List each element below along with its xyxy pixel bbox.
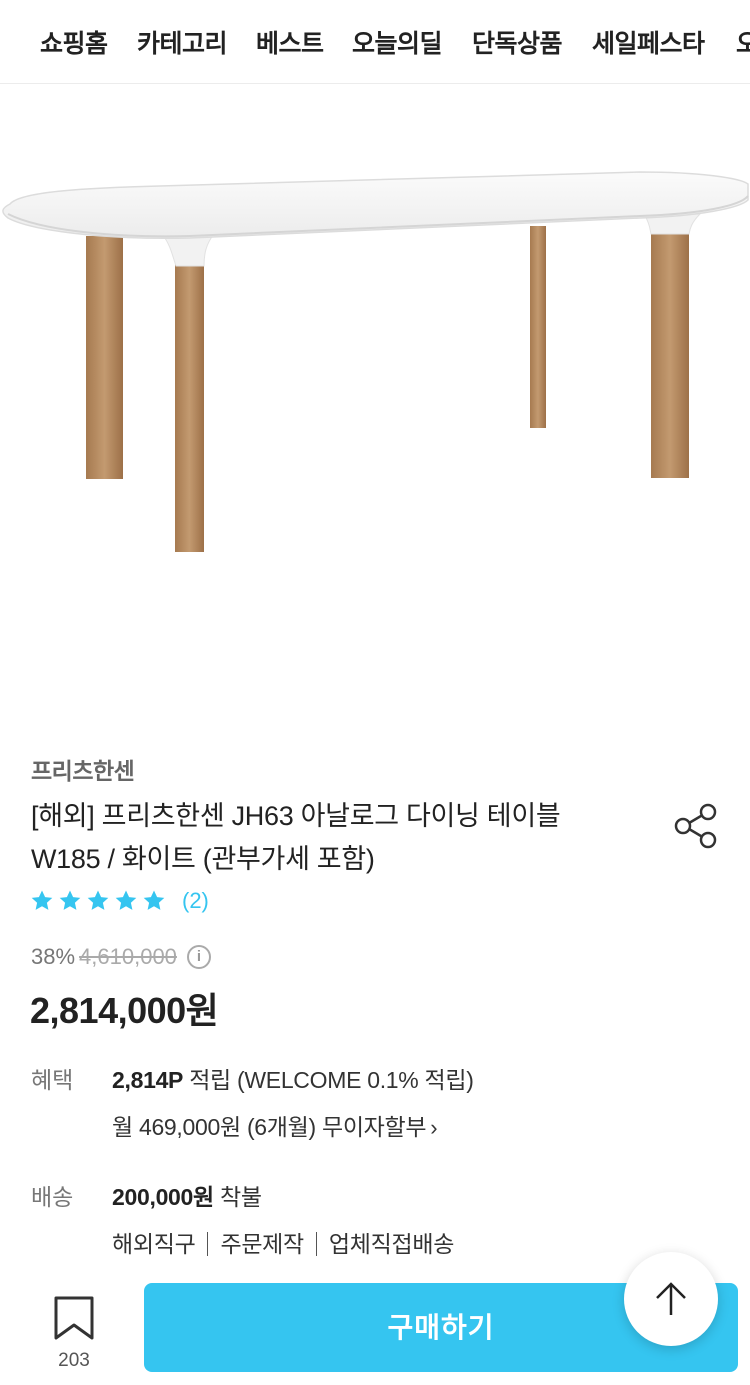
review-count[interactable]: (2) bbox=[182, 888, 209, 914]
tab-shopping-home[interactable]: 쇼핑홈 bbox=[40, 24, 108, 60]
tag-made-to-order: 주문제작 bbox=[220, 1231, 304, 1257]
scroll-top-button[interactable] bbox=[624, 1252, 718, 1346]
product-title-line2: W185 / 화이트 (관부가세 포함) bbox=[31, 844, 375, 874]
product-title-line1: [해외] 프리츠한센 JH63 아날로그 다이닝 테이블 bbox=[31, 801, 561, 831]
benefit-points: 2,814P 적립 (WELCOME 0.1% 적립) bbox=[112, 1061, 474, 1095]
top-nav: 쇼핑홈 카테고리 베스트 오늘의딜 단독상품 세일페스타 오 bbox=[0, 0, 750, 84]
delivery-label: 배송 bbox=[31, 1184, 74, 1210]
share-icon bbox=[674, 803, 717, 849]
tab-exclusive[interactable]: 단독상품 bbox=[472, 24, 563, 60]
star-icon bbox=[143, 890, 165, 910]
divider bbox=[315, 1232, 317, 1256]
star-icon bbox=[115, 890, 137, 910]
sale-price: 2,814,000원 bbox=[30, 990, 219, 1031]
star-rating bbox=[30, 889, 170, 913]
tab-sale-festa[interactable]: 세일페스타 bbox=[592, 24, 705, 60]
bookmark-count: 203 bbox=[58, 1350, 90, 1371]
product-image[interactable] bbox=[0, 84, 750, 704]
delivery-tags: 해외직구 주문제작 업체직접배송 bbox=[112, 1225, 454, 1259]
tab-more[interactable]: 오 bbox=[736, 24, 750, 60]
installment-text: 월 469,000원 (6개월) 무이자할부 bbox=[112, 1114, 427, 1140]
star-icon bbox=[59, 890, 81, 910]
tag-overseas: 해외직구 bbox=[112, 1231, 196, 1257]
product-title: [해외] 프리츠한센 JH63 아날로그 다이닝 테이블 W185 / 화이트 … bbox=[31, 795, 651, 881]
discount-rate: 38% bbox=[31, 944, 76, 969]
delivery-fee-type: 착불 bbox=[213, 1184, 262, 1210]
benefit-label: 혜택 bbox=[31, 1067, 74, 1093]
star-icon bbox=[87, 890, 109, 910]
bookmark-button[interactable] bbox=[52, 1295, 96, 1341]
points-amount: 2,814P bbox=[112, 1067, 184, 1093]
table-illustration bbox=[2, 171, 749, 552]
points-detail: 적립 (WELCOME 0.1% 적립) bbox=[183, 1067, 474, 1093]
tab-category[interactable]: 카테고리 bbox=[137, 24, 228, 60]
arrow-up-icon bbox=[656, 1282, 686, 1315]
brand-name[interactable]: 프리츠한센 bbox=[31, 752, 135, 786]
price-row: 38% 4,610,000 i bbox=[31, 942, 211, 972]
divider bbox=[207, 1232, 209, 1256]
delivery-fee-amount: 200,000원 bbox=[112, 1184, 214, 1210]
delivery-fee: 200,000원 착불 bbox=[112, 1178, 262, 1212]
share-button[interactable] bbox=[672, 800, 720, 852]
rating[interactable]: (2) bbox=[30, 886, 209, 916]
tab-best[interactable]: 베스트 bbox=[256, 24, 324, 60]
bookmark-icon bbox=[54, 1296, 94, 1340]
star-icon bbox=[31, 890, 53, 910]
installment-link[interactable]: 월 469,000원 (6개월) 무이자할부 › bbox=[112, 1108, 438, 1142]
original-price: 4,610,000 bbox=[79, 944, 177, 969]
tab-todays-deal[interactable]: 오늘의딜 bbox=[352, 24, 443, 60]
chevron-right-icon: › bbox=[430, 1115, 438, 1140]
info-icon[interactable]: i bbox=[186, 945, 211, 969]
tag-direct-delivery: 업체직접배송 bbox=[328, 1231, 455, 1257]
